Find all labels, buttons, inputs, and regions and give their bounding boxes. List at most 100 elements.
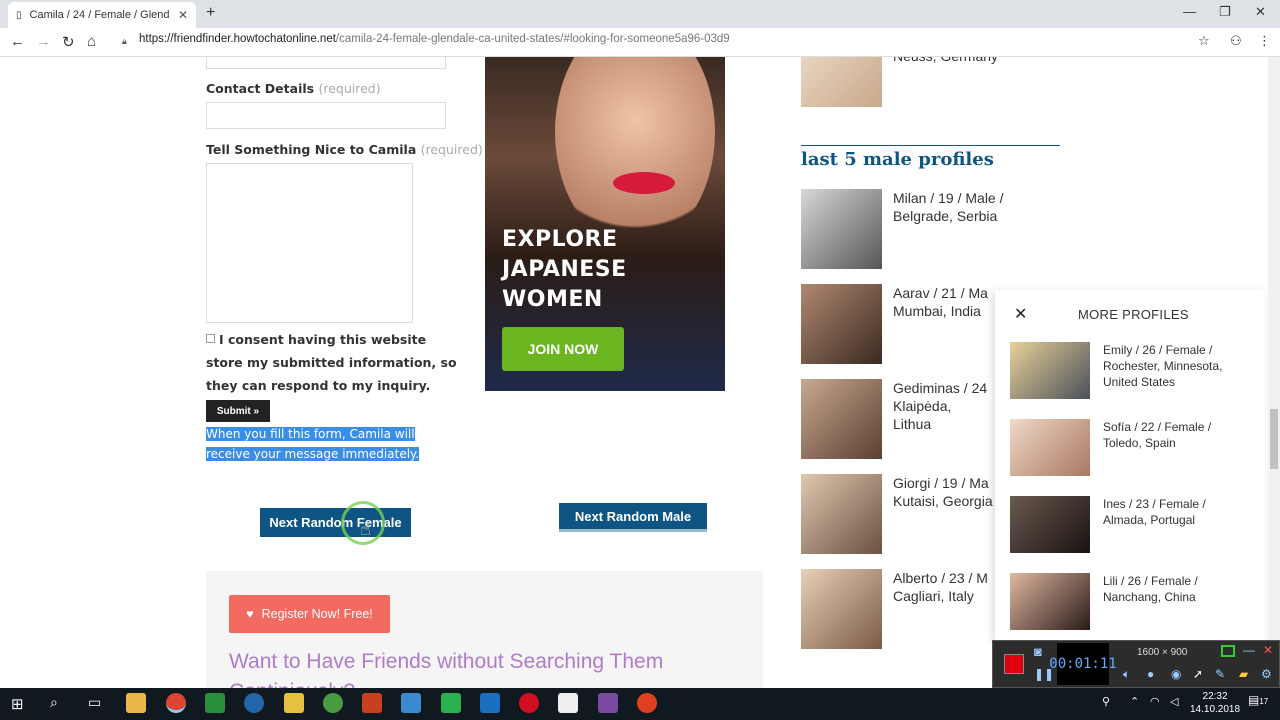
contact-input[interactable] — [206, 102, 446, 129]
consent-checkbox[interactable] — [206, 334, 215, 343]
profile-thumb[interactable] — [801, 57, 882, 107]
app-icon-3[interactable] — [205, 693, 225, 713]
app-icon-13[interactable] — [598, 693, 618, 713]
webcam-icon[interactable]: ◉ — [1171, 667, 1181, 681]
page-scrollbar[interactable] — [1268, 57, 1280, 688]
record-resolution: 1600 × 900 — [1137, 647, 1188, 658]
app-icon-5[interactable] — [284, 693, 304, 713]
file-explorer-icon[interactable] — [126, 693, 146, 713]
profile-location[interactable]: Neuss, Germany — [893, 57, 1033, 65]
windows-start-icon[interactable]: ⊞ — [11, 695, 24, 713]
scrollbar-thumb[interactable] — [1270, 409, 1278, 469]
popup-profile-4[interactable]: Lili / 26 / Female / Nanchang, China — [1103, 573, 1243, 605]
taskbar-clock[interactable]: 22:32 14.10.2018 — [1190, 690, 1240, 716]
app-icon-4[interactable] — [244, 693, 264, 713]
previous-field[interactable] — [206, 57, 446, 69]
heart-icon: ♥ — [246, 607, 254, 621]
chevron-up-icon[interactable]: ⌃ — [1130, 695, 1139, 708]
nice-label: Tell Something Nice to Camila (required) — [206, 142, 483, 157]
url-path: /camila-24-female-glendale-ca-united-sta… — [335, 33, 730, 45]
app-icon-9[interactable] — [441, 693, 461, 713]
male-profile-1[interactable]: Milan / 19 / Male / Belgrade, Serbia — [893, 189, 1033, 225]
screen-recorder-widget: ◙ ❚❚ 00:01:11 1600 × 900 — ✕ 🔈︎ ● ◉ ➚ ✎ … — [992, 640, 1280, 688]
record-timer: 00:01:11 — [1049, 643, 1117, 685]
male-profiles-heading: last 5 male profiles — [801, 145, 1060, 170]
settings-icon[interactable]: ⚙ — [1261, 667, 1272, 681]
app-icon-10[interactable] — [480, 693, 500, 713]
menu-icon[interactable]: ⋮ — [1258, 33, 1271, 49]
new-tab-button[interactable]: + — [206, 4, 215, 22]
pointer-cursor-icon: ☝ — [360, 519, 371, 539]
lock-icon: 🔒︎ — [122, 36, 127, 46]
search-icon[interactable]: ⌕ — [50, 694, 58, 711]
submit-button[interactable]: Submit » — [206, 400, 270, 422]
popup-profile-2[interactable]: Sofía / 22 / Female / Toledo, Spain — [1103, 419, 1243, 451]
page-icon: ▯ — [16, 9, 22, 21]
pen-icon[interactable]: ✎ — [1215, 667, 1225, 681]
extension-icon[interactable]: ⚇ — [1230, 33, 1242, 49]
forward-icon[interactable]: → — [36, 33, 51, 50]
close-window-button[interactable]: ✕ — [1255, 4, 1266, 20]
page-content: Contact Details (required) Tell Somethin… — [0, 57, 1280, 688]
popup-thumb-4[interactable] — [1010, 573, 1090, 630]
contact-label: Contact Details (required) — [206, 81, 381, 96]
people-icon[interactable]: ⚲ — [1102, 695, 1110, 708]
register-button[interactable]: ♥ Register Now! Free! — [229, 595, 390, 633]
ad-lips — [613, 172, 675, 194]
url-host: https://friendfinder.howtochatonline.net — [139, 33, 336, 45]
male-thumb-4[interactable] — [801, 474, 882, 554]
address-bar[interactable]: https://friendfinder.howtochatonline.net… — [139, 33, 730, 45]
popup-profile-3[interactable]: Ines / 23 / Female / Almada, Portugal — [1103, 496, 1243, 528]
app-icon-6[interactable] — [323, 693, 343, 713]
join-now-button[interactable]: JOIN NOW — [502, 327, 624, 371]
male-thumb-3[interactable] — [801, 379, 882, 459]
tab-title: Camila / 24 / Female / Glendale, — [29, 9, 170, 21]
folder-icon[interactable]: ▰ — [1239, 667, 1248, 681]
close-popup-icon[interactable]: ✕ — [1014, 304, 1027, 324]
camera-icon[interactable]: ◙ — [1034, 644, 1042, 659]
bookmark-star-icon[interactable]: ☆ — [1198, 33, 1210, 49]
close-recorder-icon[interactable]: ✕ — [1263, 643, 1273, 657]
popup-profile-1[interactable]: Emily / 26 / Female / Rochester, Minneso… — [1103, 342, 1243, 390]
more-profiles-popup: ✕ MORE PROFILES Emily / 26 / Female / Ro… — [995, 290, 1265, 640]
reload-icon[interactable]: ↻ — [62, 33, 75, 51]
app-icon-8[interactable] — [401, 693, 421, 713]
cursor-icon[interactable]: ➚ — [1193, 667, 1203, 681]
opera-icon[interactable] — [519, 693, 539, 713]
mic-icon[interactable]: ● — [1147, 667, 1154, 681]
male-profile-5[interactable]: Alberto / 23 / M Cagliari, Italy — [893, 569, 993, 605]
record-stop-button[interactable] — [1004, 654, 1024, 674]
minimize-recorder-icon[interactable]: — — [1243, 643, 1255, 657]
popup-title: MORE PROFILES — [1078, 307, 1189, 322]
popup-thumb-2[interactable] — [1010, 419, 1090, 476]
popup-thumb-3[interactable] — [1010, 496, 1090, 553]
male-thumb-5[interactable] — [801, 569, 882, 649]
volume-icon[interactable]: ◁ — [1170, 695, 1178, 708]
app-icon-7[interactable] — [362, 693, 382, 713]
wifi-icon[interactable]: ◠ — [1150, 695, 1160, 708]
browser-tab[interactable]: ▯ Camila / 24 / Female / Glendale, ✕ — [8, 2, 196, 28]
task-view-icon[interactable]: ▭ — [88, 694, 101, 711]
message-textarea[interactable] — [206, 163, 413, 323]
male-profile-3[interactable]: Gediminas / 24 Klaipėda, Lithua — [893, 379, 993, 433]
male-thumb-2[interactable] — [801, 284, 882, 364]
home-icon[interactable]: ⌂ — [87, 33, 96, 50]
ad-banner[interactable]: EXPLORE JAPANESE WOMEN JOIN NOW — [485, 57, 725, 391]
app-icon-12[interactable] — [558, 693, 578, 713]
recorder-app-icon[interactable] — [637, 693, 657, 713]
male-profile-2[interactable]: Aarav / 21 / Ma Mumbai, India — [893, 284, 993, 320]
next-random-male-button[interactable]: Next Random Male — [559, 503, 707, 532]
male-profile-4[interactable]: Giorgi / 19 / Ma Kutaisi, Georgia — [893, 474, 993, 510]
close-tab-icon[interactable]: ✕ — [178, 8, 188, 22]
chrome-icon[interactable] — [166, 693, 186, 713]
next-random-female-button[interactable]: Next Random Female — [260, 508, 411, 537]
back-icon[interactable]: ← — [10, 33, 25, 50]
maximize-button[interactable]: ❐ — [1219, 4, 1231, 20]
speaker-icon[interactable]: 🔈︎ — [1123, 667, 1130, 682]
notifications-icon[interactable]: ▤17 — [1248, 693, 1268, 707]
popup-thumb-1[interactable] — [1010, 342, 1090, 399]
region-icon[interactable] — [1221, 645, 1235, 657]
male-thumb-1[interactable] — [801, 189, 882, 269]
minimize-button[interactable]: — — [1183, 4, 1196, 19]
ad-face-image — [555, 57, 715, 247]
